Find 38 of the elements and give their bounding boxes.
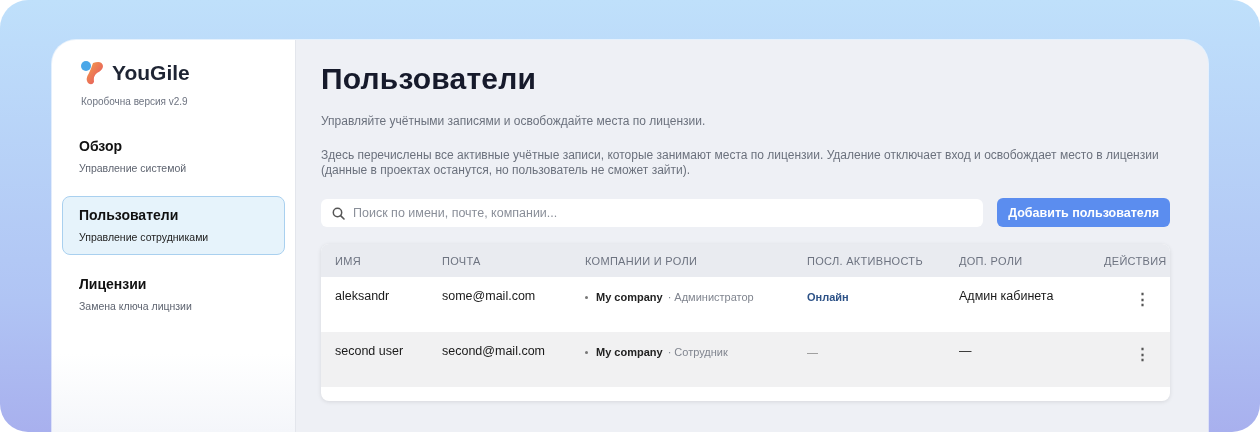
company-role: · Сотрудник bbox=[667, 346, 728, 358]
user-email: some@mail.com bbox=[441, 288, 537, 303]
activity-status: Онлайн bbox=[807, 291, 849, 303]
nav-item[interactable]: Пользователи Управление сотрудниками bbox=[62, 196, 285, 255]
extra-role: — bbox=[958, 343, 973, 358]
nav-item[interactable]: Лицензии Замена ключа лицнзии bbox=[62, 265, 285, 324]
company-role: · Администратор bbox=[667, 291, 754, 303]
nav-item[interactable]: Обзор Управление системой bbox=[62, 127, 285, 186]
column-header: ПОЧТА bbox=[441, 254, 482, 267]
column-header: ПОСЛ. АКТИВНОСТЬ bbox=[806, 254, 924, 267]
logo-icon bbox=[80, 60, 106, 86]
page-subtitle: Управляйте учётными записями и освобождайте места по лицензии. bbox=[321, 114, 707, 128]
activity-status: — bbox=[807, 346, 818, 358]
logo-text: YouGile bbox=[112, 61, 190, 85]
page-title: Пользователи bbox=[321, 62, 538, 96]
column-header: ДОП. РОЛИ bbox=[958, 254, 1024, 267]
bullet-icon bbox=[585, 295, 588, 299]
bullet-icon bbox=[585, 350, 588, 354]
column-header: ДЕЙСТВИЯ bbox=[1103, 254, 1168, 267]
page-description: Здесь перечислены все активные учётные записи, которые занимают места по лицензии. Удаление отключает вход и освобождает место в лицензии (данные в проектах останутся, но пользователь не сможет зайти). bbox=[321, 148, 1160, 178]
nav-item-subtitle: Управление сотрудниками bbox=[79, 231, 210, 243]
nav-item-subtitle: Управление системой bbox=[79, 162, 188, 174]
user-name: aleksandr bbox=[334, 288, 391, 303]
nav-item-title: Пользователи bbox=[79, 207, 180, 223]
company-name: My company bbox=[596, 346, 663, 358]
column-header: ИМЯ bbox=[334, 254, 362, 267]
version-label: Коробочна версия v2.9 bbox=[81, 96, 189, 107]
nav-item-title: Обзор bbox=[79, 138, 124, 154]
user-email: second@mail.com bbox=[441, 343, 546, 358]
column-header: КОМПАНИИ И РОЛИ bbox=[584, 254, 699, 267]
extra-role: Админ кабинета bbox=[958, 288, 1055, 303]
company-name: My company bbox=[596, 291, 663, 303]
more-actions-button[interactable]: ⋮ bbox=[1133, 291, 1152, 306]
nav-item-title: Лицензии bbox=[79, 276, 148, 292]
search-field[interactable]: Поиск по имени, почте, компании... bbox=[321, 198, 984, 227]
user-name: second user bbox=[334, 343, 405, 358]
nav-item-subtitle: Замена ключа лицнзии bbox=[79, 300, 193, 312]
more-actions-button[interactable]: ⋮ bbox=[1133, 346, 1152, 361]
